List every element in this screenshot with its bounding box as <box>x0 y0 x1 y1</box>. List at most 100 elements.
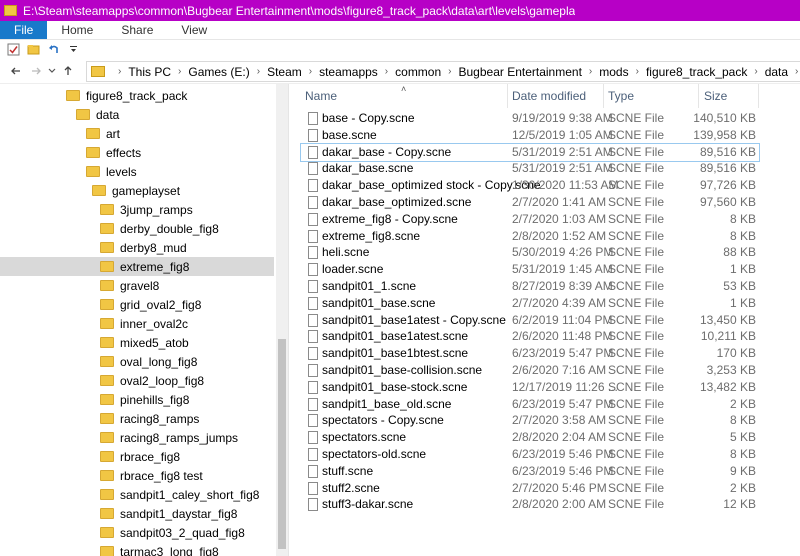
tree-item[interactable]: figure8_track_pack <box>0 86 274 105</box>
nav-scrollbar[interactable] <box>276 84 288 556</box>
file-row[interactable]: spectators-old.scne 6/23/2019 5:46 PM SCNE… <box>301 446 759 463</box>
file-date: 5/30/2019 4:26 PM <box>512 245 614 260</box>
chevron-right-icon[interactable]: › <box>178 66 181 77</box>
tree-item[interactable]: sandpit1_caley_short_fig8 <box>0 485 274 504</box>
chevron-right-icon[interactable]: › <box>795 66 798 77</box>
chevron-right-icon[interactable]: › <box>636 66 639 77</box>
tree-item[interactable]: gameplayset <box>0 181 274 200</box>
chevron-right-icon[interactable]: › <box>118 66 121 77</box>
column-separator[interactable] <box>758 84 759 108</box>
breadcrumb-item[interactable]: › Games (E:) <box>171 65 250 79</box>
tree-item-label: inner_oval2c <box>120 316 189 331</box>
tree-item[interactable]: oval_long_fig8 <box>0 352 274 371</box>
file-row[interactable]: sandpit01_base1btest.scne 6/23/2019 5:47 … <box>301 345 759 362</box>
undo-icon[interactable] <box>46 42 60 56</box>
tree-item[interactable]: rbrace_fig8 <box>0 447 274 466</box>
file-row[interactable]: dakar_base_optimized stock - Copy.scne 1/… <box>301 177 759 194</box>
file-size: 5 KB <box>729 430 756 445</box>
file-row[interactable]: base - Copy.scne 9/19/2019 9:38 AM SCNE Fi… <box>301 110 759 127</box>
tab-file[interactable]: File <box>0 21 48 39</box>
scrollbar-thumb[interactable] <box>278 339 286 549</box>
tree-item[interactable]: rbrace_fig8 test <box>0 466 274 485</box>
file-row[interactable]: dakar_base_optimized.scne 2/7/2020 1:41 A… <box>301 194 759 211</box>
tree-item[interactable]: extreme_fig8 <box>0 257 274 276</box>
file-row[interactable]: dakar_base.scne 5/31/2019 2:51 AM SCNE Fil… <box>301 160 759 177</box>
properties-icon[interactable] <box>6 42 20 56</box>
tree-item[interactable]: gravel8 <box>0 276 274 295</box>
column-separator[interactable] <box>507 84 508 108</box>
tree-item[interactable]: art <box>0 124 274 143</box>
file-row[interactable]: sandpit01_1.scne 8/27/2019 8:39 AM SCNE Fi… <box>301 278 759 295</box>
file-row[interactable]: sandpit01_base1atest.scne 2/6/2020 11:48 … <box>301 328 759 345</box>
file-size: 89,516 KB <box>699 161 756 176</box>
file-type: SCNE File <box>608 413 665 428</box>
tree-item[interactable]: levels <box>0 162 274 181</box>
column-separator[interactable] <box>698 84 699 108</box>
file-row[interactable]: heli.scne 5/30/2019 4:26 PM SCNE File 88 KB <box>301 244 759 261</box>
breadcrumb-item[interactable]: › This PC <box>111 65 171 79</box>
tree-item[interactable]: sandpit03_2_quad_fig8 <box>0 523 274 542</box>
column-header-type[interactable]: Type <box>608 84 698 108</box>
breadcrumb-item[interactable]: › mods <box>582 65 629 79</box>
tab-share[interactable]: Share <box>107 21 167 39</box>
tree-item[interactable]: mixed5_atob <box>0 333 274 352</box>
breadcrumb-item[interactable]: › data <box>747 65 788 79</box>
breadcrumb-item[interactable]: › Steam <box>250 65 302 79</box>
tree-item[interactable]: racing8_ramps <box>0 409 274 428</box>
file-row[interactable]: spectators.scne 2/8/2020 2:04 AM SCNE File… <box>301 429 759 446</box>
tree-item[interactable]: effects <box>0 143 274 162</box>
column-separator[interactable] <box>603 84 604 108</box>
file-row[interactable]: sandpit01_base-stock.scne 12/17/2019 11:2… <box>301 379 759 396</box>
file-row[interactable]: sandpit01_base1atest - Copy.scne 6/2/2019… <box>301 312 759 329</box>
file-row[interactable]: spectators - Copy.scne 2/7/2020 3:58 AM SC… <box>301 412 759 429</box>
file-row[interactable]: sandpit1_base_old.scne 6/23/2019 5:47 PM S… <box>301 396 759 413</box>
chevron-right-icon[interactable]: › <box>309 66 312 77</box>
chevron-right-icon[interactable]: › <box>257 66 260 77</box>
chevron-right-icon[interactable]: › <box>448 66 451 77</box>
file-row[interactable]: stuff.scne 6/23/2019 5:46 PM SCNE File 9 KB <box>301 463 759 480</box>
tree-item[interactable]: tarmac3_long_fig8 <box>0 542 274 556</box>
tab-home[interactable]: Home <box>47 21 107 39</box>
tree-item[interactable]: pinehills_fig8 <box>0 390 274 409</box>
file-row[interactable]: extreme_fig8.scne 2/8/2020 1:52 AM SCNE Fi… <box>301 228 759 245</box>
chevron-right-icon[interactable]: › <box>754 66 757 77</box>
column-header-name[interactable]: Name <box>305 84 505 108</box>
file-row[interactable]: extreme_fig8 - Copy.scne 2/7/2020 1:03 AM… <box>301 211 759 228</box>
tree-item[interactable]: derby_double_fig8 <box>0 219 274 238</box>
tree-item[interactable]: data <box>0 105 274 124</box>
column-header-date[interactable]: Date modified <box>512 84 607 108</box>
tree-item[interactable]: sandpit1_daystar_fig8 <box>0 504 274 523</box>
folder-icon <box>100 451 114 462</box>
tree-item[interactable]: grid_oval2_fig8 <box>0 295 274 314</box>
breadcrumb-item[interactable]: ›art <box>788 65 800 79</box>
file-row[interactable]: base.scne 12/5/2019 1:05 AM SCNE File 139,9… <box>301 127 759 144</box>
tab-view[interactable]: View <box>167 21 221 39</box>
breadcrumb-item[interactable]: › figure8_track_pack <box>629 65 748 79</box>
tree-item[interactable]: 3jump_ramps <box>0 200 274 219</box>
chevron-right-icon[interactable]: › <box>385 66 388 77</box>
customize-qat-icon[interactable] <box>66 42 80 56</box>
column-header-size[interactable]: Size <box>704 84 764 108</box>
file-row[interactable]: stuff3-dakar.scne 2/8/2020 2:00 AM SCNE Fi… <box>301 496 759 513</box>
arrow-up-icon[interactable] <box>58 61 78 81</box>
chevron-down-icon[interactable] <box>46 61 58 81</box>
tree-item[interactable]: racing8_ramps_jumps <box>0 428 274 447</box>
new-folder-icon[interactable] <box>26 42 40 56</box>
breadcrumb[interactable]: › This PC › Games (E:) › Steam › steamapps ›… <box>86 61 800 82</box>
breadcrumb-item[interactable]: › steamapps <box>302 65 378 79</box>
tree-item[interactable]: inner_oval2c <box>0 314 274 333</box>
file-row[interactable]: sandpit01_base-collision.scne 2/6/2020 7:… <box>301 362 759 379</box>
breadcrumb-item[interactable]: › Bugbear Entertainment <box>441 65 582 79</box>
file-row[interactable]: stuff2.scne 2/7/2020 5:46 PM SCNE File 2 KB <box>301 480 759 497</box>
file-row[interactable]: loader.scne 5/31/2019 1:45 AM SCNE File 1 K… <box>301 261 759 278</box>
file-row[interactable]: sandpit01_base.scne 2/7/2020 4:39 AM SCNE … <box>301 295 759 312</box>
arrow-left-icon[interactable] <box>6 61 26 81</box>
file-row[interactable]: dakar_base - Copy.scne 5/31/2019 2:51 AM S… <box>300 142 760 162</box>
breadcrumb-item[interactable]: › common <box>378 65 441 79</box>
arrow-right-icon[interactable] <box>26 61 46 81</box>
tree-item[interactable]: derby8_mud <box>0 238 274 257</box>
tree-item[interactable]: oval2_loop_fig8 <box>0 371 274 390</box>
file-size: 8 KB <box>729 413 756 428</box>
chevron-right-icon[interactable]: › <box>589 66 592 77</box>
file-size: 97,560 KB <box>699 195 756 209</box>
